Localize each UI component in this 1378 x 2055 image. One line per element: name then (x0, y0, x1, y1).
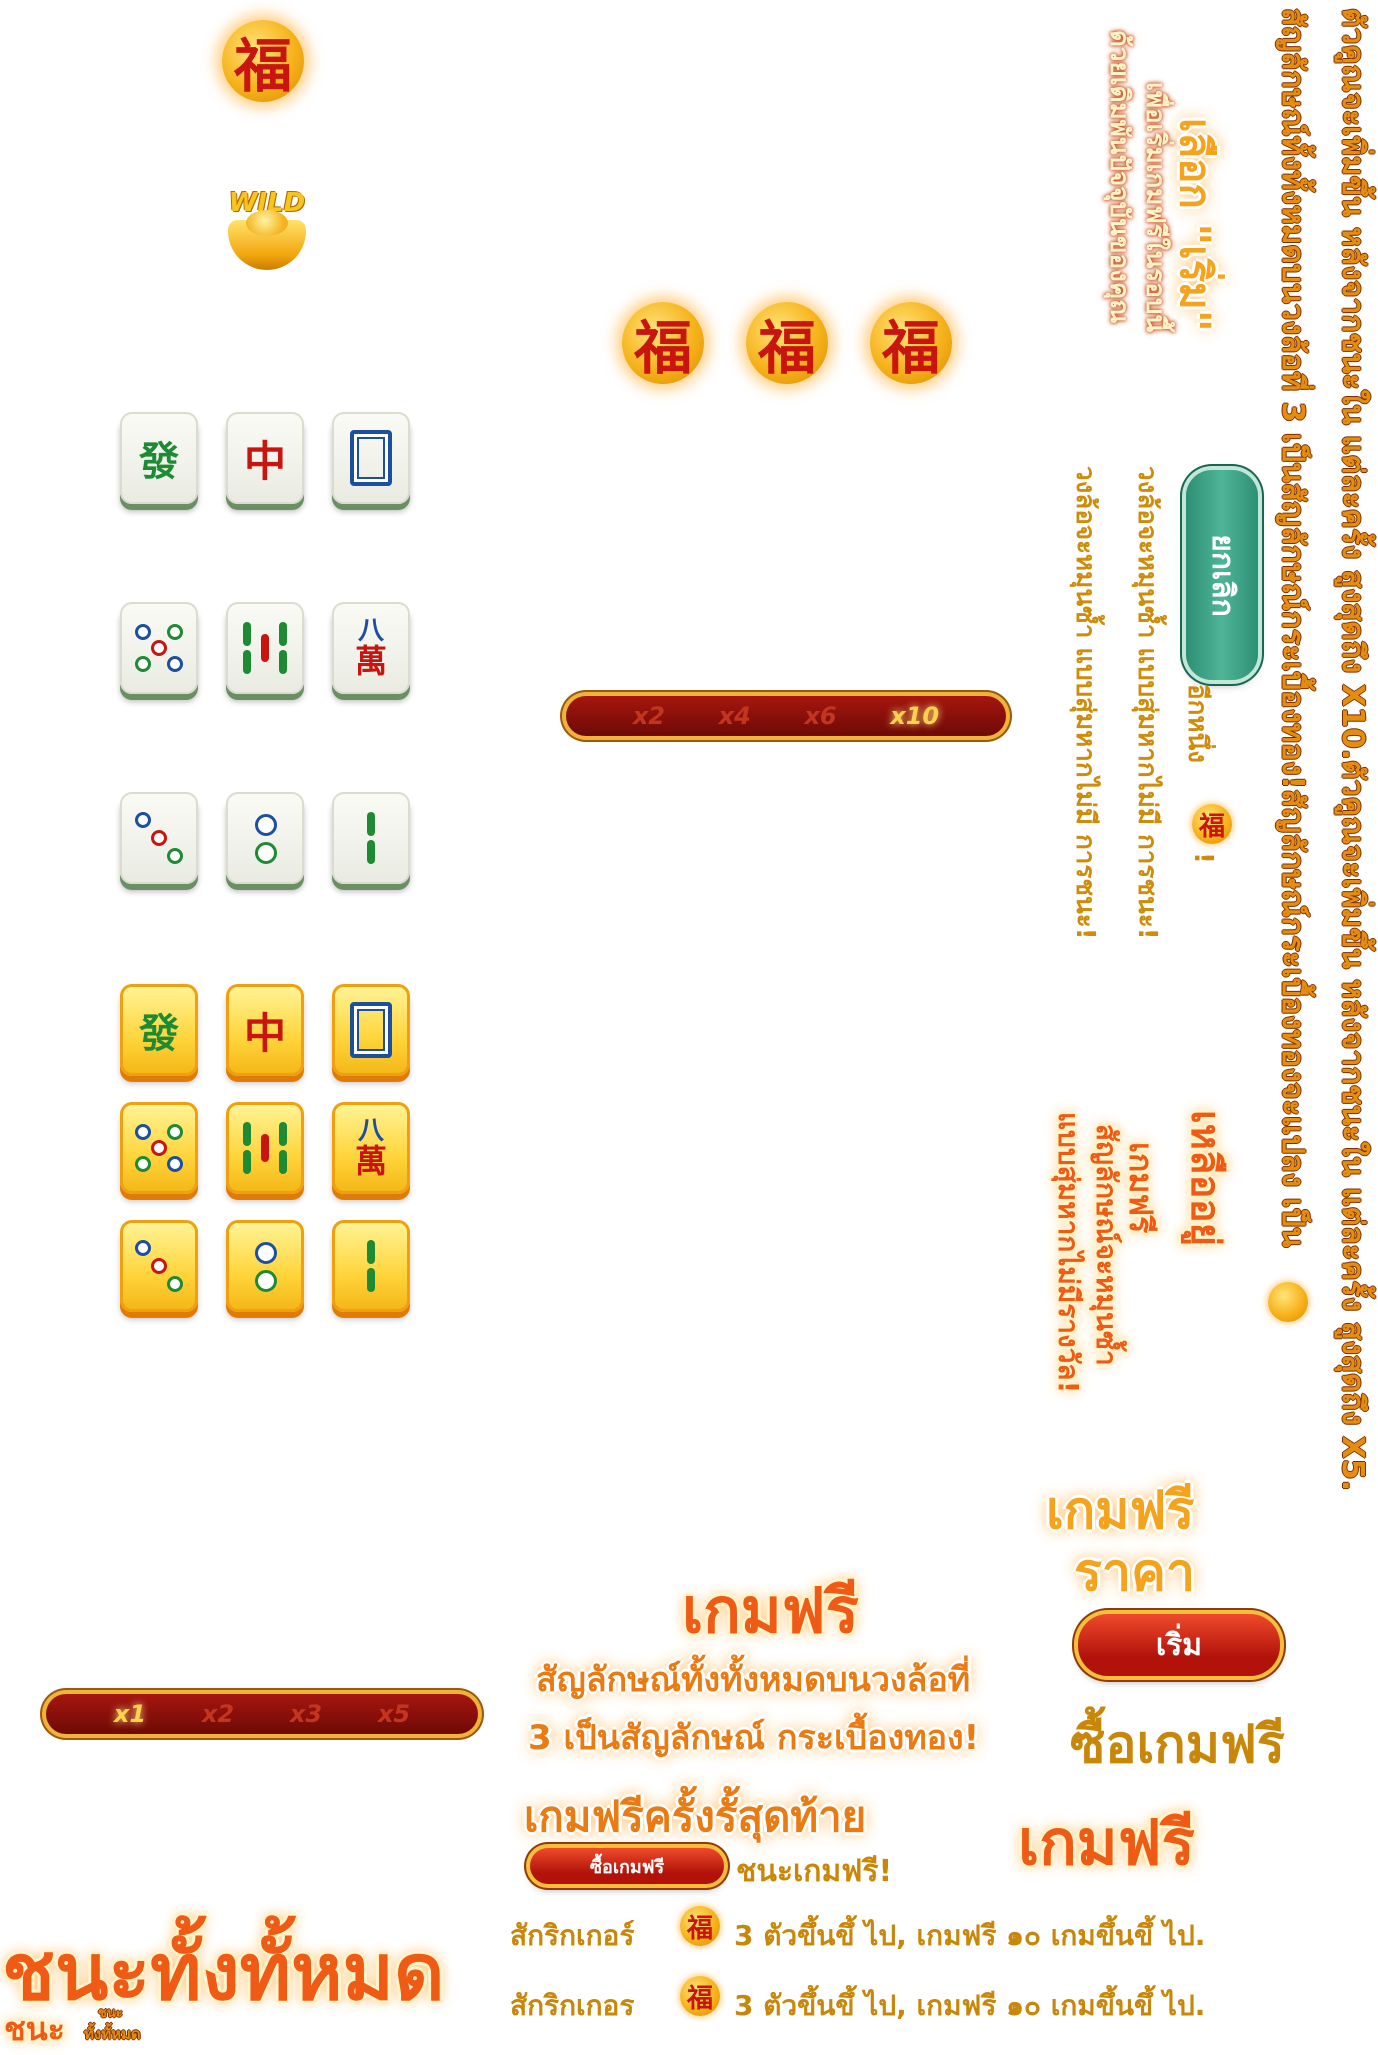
scatter-line-1-rest: 3 ตัวขึ้นขึ้ ไป, เกมฟรี ๑๐ เกมขึ้นขึ้ ไป… (734, 1919, 1206, 1952)
bamboo-five-icon (237, 620, 293, 676)
multiplier-x10: x10 (890, 702, 940, 730)
gold-ingot-icon (228, 210, 306, 270)
respin-text-1: วงล้อจะหมุนซ้ำ แบบสุ่มหากไม่มี การชนะ! (1132, 466, 1162, 940)
win-freegame-label: ชนะเกมฟรี! (736, 1854, 893, 1889)
two-dots-icon (237, 1238, 293, 1294)
gold-tile-two-bamboo (332, 1220, 410, 1312)
gold-tile-three-dots (120, 1220, 198, 1312)
white-dragon-frame-icon (350, 1002, 392, 1058)
five-dots-icon (131, 620, 187, 676)
fu-scatter-icon-2: 福 (680, 1976, 720, 2016)
bamboo-five-icon (237, 1120, 293, 1176)
gold-tile-bamboo-five (226, 1102, 304, 1194)
win-small-label: ชนะ (4, 2010, 65, 2048)
freegame-big-label: เกมฟรี (1018, 1806, 1195, 1879)
symbol-respin-label: สัญลักษณ์จะหมุนซ้ำ (1090, 1124, 1123, 1366)
freegame-desc-2: 3 เป็นสัญลักษณ์ กระเบื้องทอง! (528, 1718, 980, 1758)
choose-start-sub1: เพื่อเริ่มเกมฟรีในรอบนี้ (1140, 82, 1170, 333)
tile-two-bamboo (332, 792, 410, 884)
multiplier-x6: x6 (804, 702, 837, 730)
multiplier-x4: x4 (718, 702, 751, 730)
one-more-suffix: ! (1188, 852, 1218, 864)
wild-ingot-symbol: WILD (222, 188, 312, 278)
gold-tile-info-vertical: สัญลักษณ์ทั้งทั้งหมดบนวงล้อที่ 3 เป็นสัญ… (1275, 8, 1310, 1248)
tile-fa-green: 發 (120, 412, 198, 504)
choose-start-sub2: ด้วยเดิมพันปัจจุบันของคุณ (1104, 30, 1134, 324)
buy-freegame-label: ซื้อเกมฟรี (1070, 1715, 1285, 1775)
two-dots-icon (237, 810, 293, 866)
freegame-title: เกมฟรี (682, 1574, 859, 1647)
tile-two-dots (226, 792, 304, 884)
respin-no-win-label: แบบสุ่มหากไม่มีรางวัล! (1052, 1112, 1085, 1394)
fu-small-icon: 福 (1192, 804, 1232, 844)
freegame-desc-1: สัญลักษณ์ทั้งทั้งหมดบนวงล้อที่ (536, 1660, 971, 1700)
tile-five-dots (120, 602, 198, 694)
two-bamboo-icon (343, 1238, 399, 1294)
wild-ingot-small-icon (1268, 1282, 1308, 1322)
fu-coin-3: 福 (870, 302, 952, 384)
multiplier-x3: x3 (289, 1700, 323, 1728)
last-freegame-label: เกมฟรีครั้งรั้สุดท้าย (524, 1792, 867, 1841)
three-dots-icon (131, 1238, 187, 1294)
remaining-label: เหลืออยู่ (1182, 1110, 1228, 1247)
two-bamboo-icon (343, 810, 399, 866)
buy-freegame-small-button[interactable]: ซื้อเกมฟรี (530, 1848, 724, 1884)
win-tiny-top: ชนะ (98, 2006, 123, 2021)
tile-eight-wan: 八萬 (332, 602, 410, 694)
five-dots-icon (131, 1120, 187, 1176)
win-all-big-label: ชนะทั้งทั้หมด (2, 1928, 445, 2018)
white-dragon-frame-icon (350, 430, 392, 486)
multiplier-x2: x2 (632, 702, 665, 730)
scatter-line-2: สักริกเกอร (510, 1989, 635, 2022)
gold-tile-fa: 發 (120, 984, 198, 1076)
tile-three-dots (120, 792, 198, 884)
freegame-price-line2: ราคา (1074, 1543, 1196, 1603)
tile-bamboo-five (226, 602, 304, 694)
win-tiny-bottom: ทั้งทั้หมด (84, 2025, 141, 2043)
cancel-button[interactable]: ยกเลิก (1186, 470, 1258, 680)
multiplier-info-vertical: ตัวคูณจะเพิ่มขึ้น หลังจากชนะใน แต่ละครั้… (1335, 8, 1370, 1492)
gold-tile-eight-wan: 八萬 (332, 1102, 410, 1194)
scatter-line-2-rest: 3 ตัวขึ้นขึ้ ไป, เกมฟรี ๑๐ เกมขึ้นขึ้ ไป… (734, 1989, 1206, 2022)
multiplier-x1: x1 (113, 1700, 147, 1728)
three-dots-icon (131, 810, 187, 866)
gold-tile-two-dots (226, 1220, 304, 1312)
one-more-text: อีกหนึ่ง (1182, 684, 1212, 763)
gold-tile-zhong: 中 (226, 984, 304, 1076)
tile-zhong-red: 中 (226, 412, 304, 504)
multiplier-bar-base: x1 x2 x3 x5 (46, 1694, 478, 1734)
fu-coin-2: 福 (746, 302, 828, 384)
scatter-line-1: สักริกเกอร์ (510, 1919, 635, 1952)
fu-scatter-icon-1: 福 (680, 1906, 720, 1946)
fu-coin-symbol: 福 (222, 20, 304, 102)
tile-white-dragon (332, 412, 410, 504)
respin-text-2: วงล้อจะหมุนซ้ำ แบบสุ่มหากไม่มี การชนะ! (1070, 466, 1100, 940)
multiplier-x2: x2 (201, 1700, 235, 1728)
gold-tile-five-dots (120, 1102, 198, 1194)
fu-coin-1: 福 (622, 302, 704, 384)
gold-tile-white-dragon (332, 984, 410, 1076)
multiplier-bar-freegame: x2 x4 x6 x10 (566, 696, 1006, 736)
start-button[interactable]: เริ่ม (1078, 1614, 1280, 1676)
multiplier-x5: x5 (377, 1700, 411, 1728)
